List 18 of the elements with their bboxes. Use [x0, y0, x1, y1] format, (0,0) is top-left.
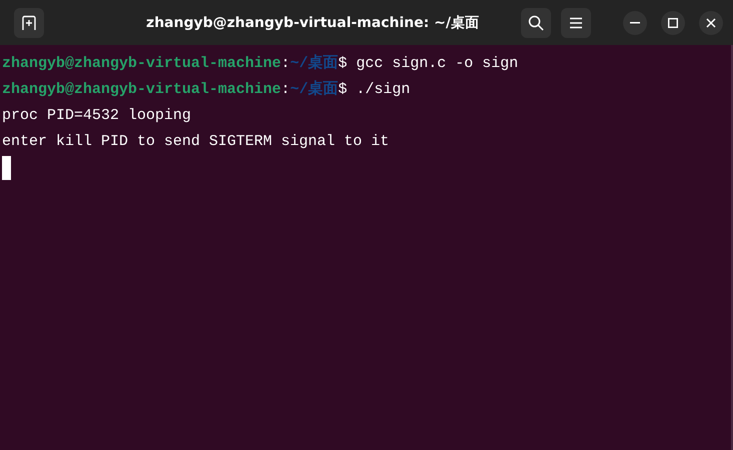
new-tab-icon	[21, 14, 37, 30]
text-cursor	[2, 156, 11, 180]
terminal-line: zhangyb@zhangyb-virtual-machine:~/桌面$ ./sign	[2, 79, 412, 100]
search-button[interactable]	[521, 8, 551, 38]
close-icon	[706, 18, 716, 28]
new-tab-button[interactable]	[14, 8, 44, 38]
window-title: zhangyb@zhangyb-virtual-machine: ~/桌面	[145, 14, 480, 32]
close-button[interactable]	[699, 10, 723, 34]
menu-icon	[569, 16, 583, 28]
menu-button[interactable]	[561, 8, 591, 38]
maximize-icon	[668, 18, 678, 28]
maximize-button[interactable]	[661, 10, 685, 34]
terminal-line: enter kill PID to send SIGTERM signal to it	[2, 132, 390, 152]
terminal-line: proc PID=4532 looping	[2, 106, 192, 126]
minimize-button[interactable]	[623, 10, 647, 34]
terminal-line: zhangyb@zhangyb-virtual-machine:~/桌面$ gcc sign.c -o sign	[2, 53, 520, 74]
search-icon	[528, 14, 544, 30]
minimize-icon	[630, 22, 640, 24]
